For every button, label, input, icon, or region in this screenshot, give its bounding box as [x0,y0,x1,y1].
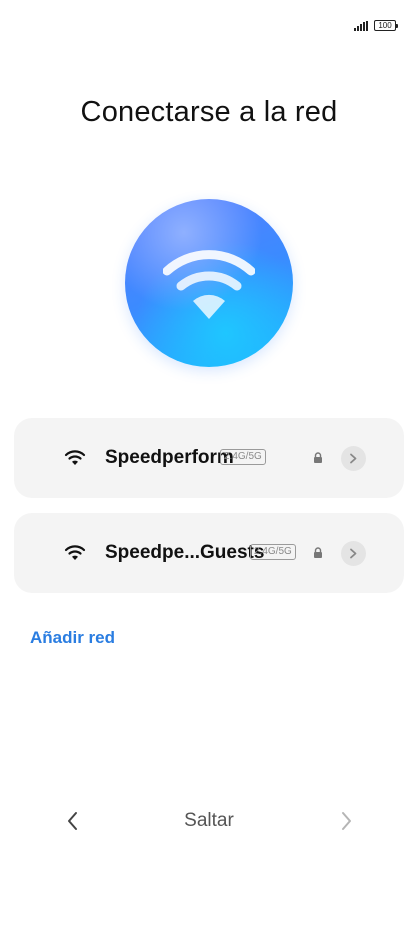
lock-icon [314,547,322,558]
back-chevron-icon[interactable] [62,808,84,834]
network-item-speedperform-guests[interactable]: Speedpe...Guests 2.4G/5G [14,513,404,593]
status-bar: 100 [354,20,398,31]
network-name: Speedpe...Guests [105,542,265,563]
next-chevron-icon[interactable] [335,808,357,834]
chevron-right-icon [350,453,357,464]
wifi-signal-icon [64,545,86,560]
network-details-button[interactable] [341,541,366,566]
lock-icon [314,452,322,463]
battery-icon: 100 [374,20,398,31]
wifi-signal-icon [64,450,86,465]
add-network-link[interactable]: Añadir red [30,628,115,648]
band-badge: 2.4G/5G [220,449,266,465]
chevron-right-icon [350,548,357,559]
network-name: Speedperform [105,447,234,468]
page-title: Conectarse a la red [80,96,338,128]
band-badge: 2.4G/5G [250,544,296,560]
wifi-hero-icon [125,199,293,367]
network-details-button[interactable] [341,446,366,471]
network-item-speedperform[interactable]: Speedperform 2.4G/5G [14,418,404,498]
skip-button[interactable]: Saltar [184,810,234,831]
battery-level: 100 [378,20,392,30]
cellular-signal-icon [354,20,368,31]
wifi-setup-screen: 100 Conectarse a la red Speedperform 2.4… [0,0,418,928]
